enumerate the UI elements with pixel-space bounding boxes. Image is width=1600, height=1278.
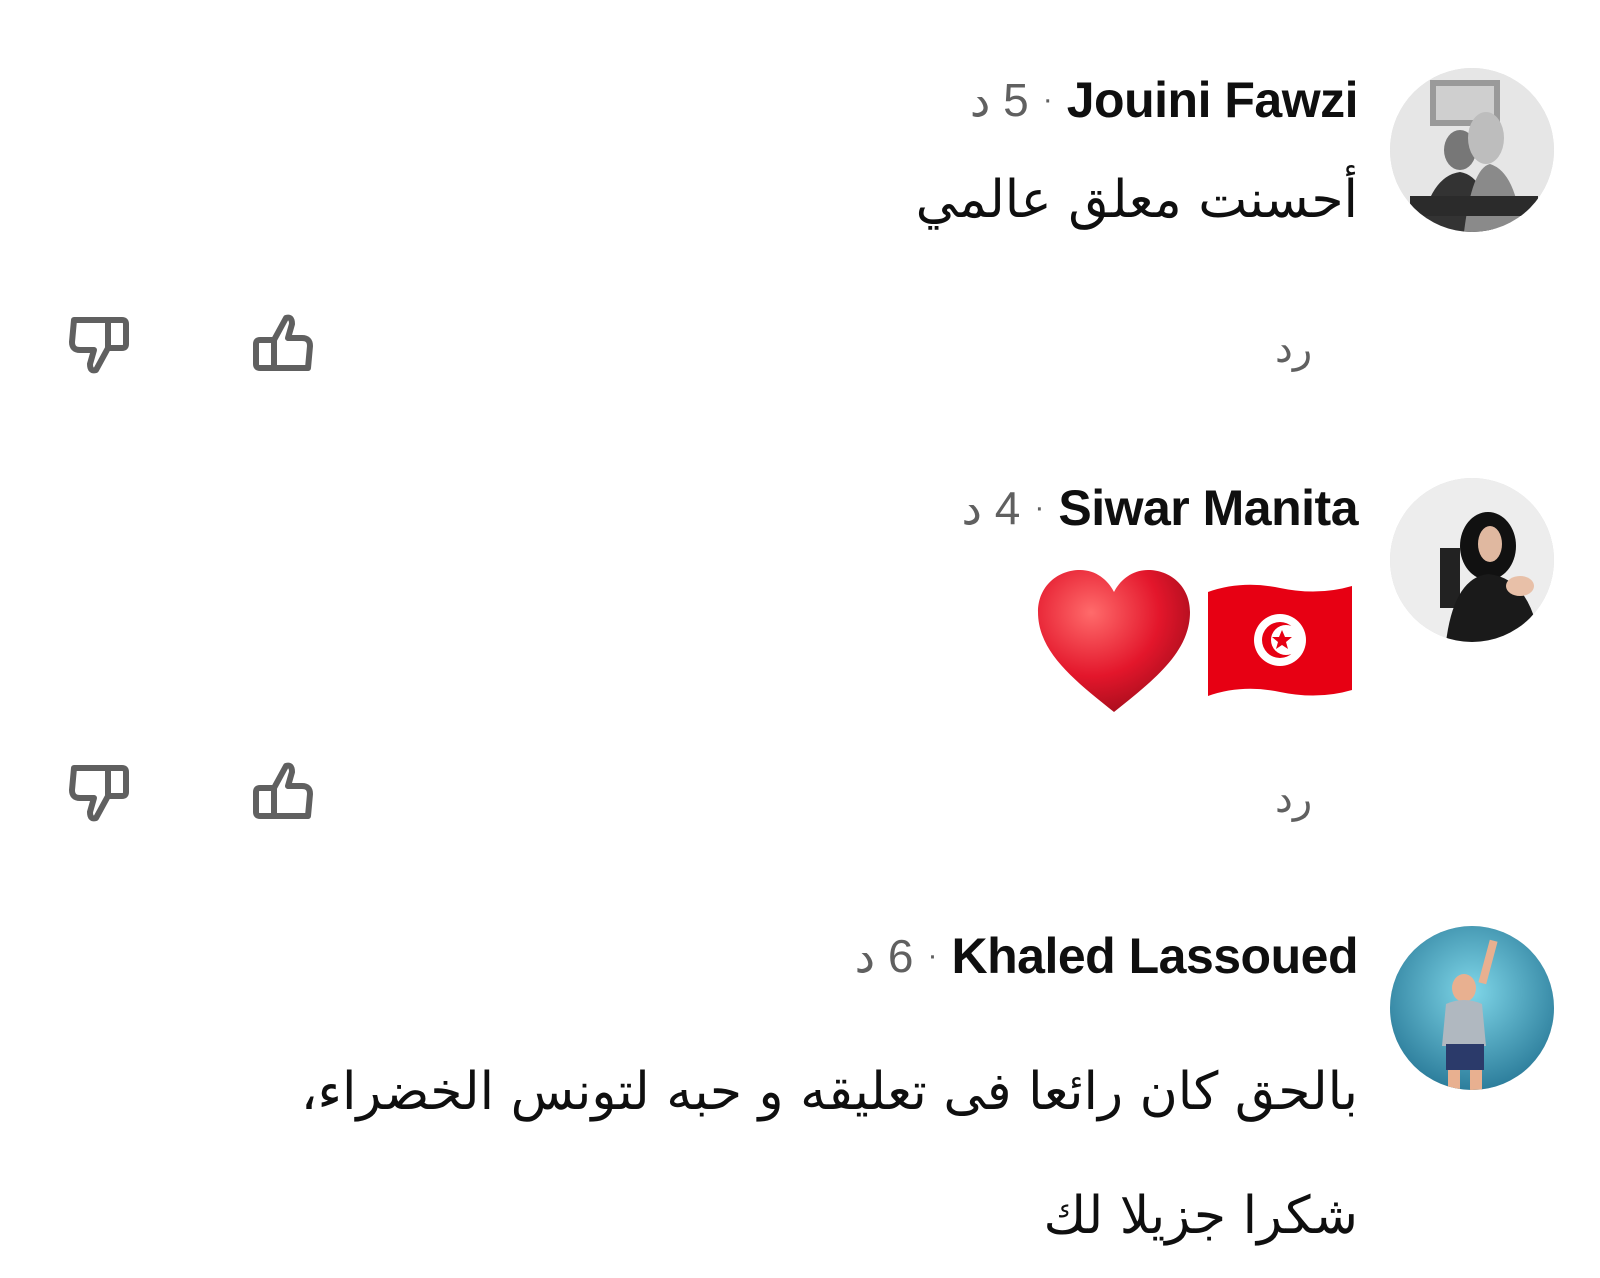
comment-time: 6 د [854, 930, 914, 982]
separator-dot: · [927, 939, 938, 972]
comment-author[interactable]: Khaled Lassoued [952, 927, 1359, 985]
comment-text-line: شكرا جزيلا لك [1043, 1186, 1359, 1246]
comment-header: 6 د · Khaled Lassoued [854, 926, 1359, 986]
comment-text: بالحق كان رائعا فى تعليقه و حبه لتونس ال… [301, 1030, 1358, 1278]
comment-item: 6 د · Khaled Lassoued بالحق كان رائعا فى… [0, 0, 1600, 1254]
comment-text-line: بالحق كان رائعا فى تعليقه و حبه لتونس ال… [300, 1062, 1358, 1122]
avatar[interactable] [1390, 926, 1554, 1090]
person-photo-avatar [1390, 926, 1554, 1090]
